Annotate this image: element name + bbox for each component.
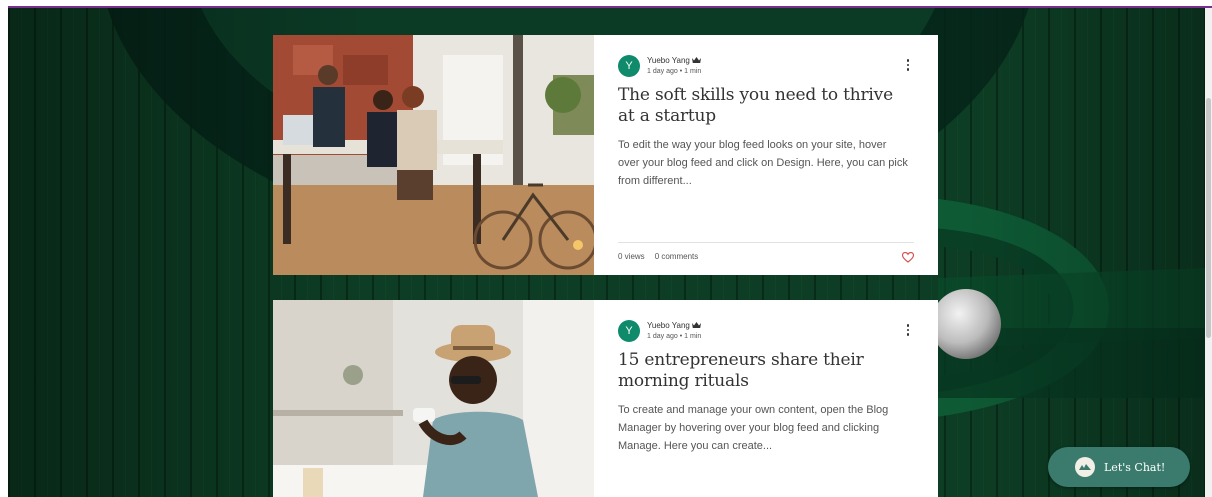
post-time: 1 day ago • 1 min (647, 332, 701, 342)
author-name-text[interactable]: Yuebo Yang (647, 321, 690, 331)
author-row: Y Yuebo Yang 1 day ago • 1 min (618, 53, 914, 79)
office-team-photo (273, 35, 594, 275)
post-title[interactable]: The soft skills you need to thrive at a … (618, 85, 914, 127)
blog-post-card[interactable]: Y Yuebo Yang 1 day ago • 1 min (273, 300, 938, 497)
crown-icon (691, 56, 701, 66)
author-meta: Yuebo Yang 1 day ago • 1 min (647, 321, 701, 342)
post-title[interactable]: 15 entrepreneurs share their morning rit… (618, 350, 914, 392)
blog-post-card[interactable]: Y Yuebo Yang 1 day ago • 1 min (273, 35, 938, 275)
author-avatar[interactable]: Y (618, 55, 640, 77)
post-excerpt[interactable]: To create and manage your own content, o… (618, 401, 914, 455)
post-time: 1 day ago • 1 min (647, 67, 701, 77)
post-date: 1 day ago (647, 332, 678, 340)
more-options-icon[interactable] (902, 322, 914, 338)
author-avatar[interactable]: Y (618, 320, 640, 342)
read-time: 1 min (684, 67, 702, 75)
top-strip (0, 0, 1212, 8)
author-name[interactable]: Yuebo Yang (647, 56, 701, 66)
author-row: Y Yuebo Yang 1 day ago • 1 min (618, 318, 914, 344)
read-time: 1 min (684, 332, 702, 340)
more-options-icon[interactable] (902, 57, 914, 73)
chat-logo-icon (1075, 457, 1095, 477)
author-name-text[interactable]: Yuebo Yang (647, 56, 690, 66)
chat-button[interactable]: Let's Chat! (1048, 447, 1190, 487)
page-scrollbar[interactable] (1205, 8, 1212, 497)
post-cover-image[interactable] (273, 300, 594, 497)
post-cover-image[interactable] (273, 35, 594, 275)
chat-label[interactable]: Let's Chat! (1104, 461, 1165, 474)
author-name[interactable]: Yuebo Yang (647, 321, 701, 331)
coffee-man-photo (273, 300, 594, 497)
left-edge (0, 0, 8, 497)
comments-count[interactable]: 0 comments (655, 252, 699, 261)
post-footer: 0 views 0 comments (618, 242, 915, 263)
post-excerpt[interactable]: To edit the way your blog feed looks on … (618, 136, 914, 190)
heart-icon[interactable] (901, 250, 915, 268)
post-content: Y Yuebo Yang 1 day ago • 1 min (594, 300, 938, 497)
post-content: Y Yuebo Yang 1 day ago • 1 min (594, 35, 938, 275)
page: Y Yuebo Yang 1 day ago • 1 min The soft … (0, 0, 1212, 497)
scrollbar-thumb[interactable] (1206, 98, 1211, 338)
author-meta: Yuebo Yang 1 day ago • 1 min (647, 56, 701, 77)
post-date: 1 day ago (647, 67, 678, 75)
views-count: 0 views (618, 252, 645, 261)
crown-icon (691, 321, 701, 331)
